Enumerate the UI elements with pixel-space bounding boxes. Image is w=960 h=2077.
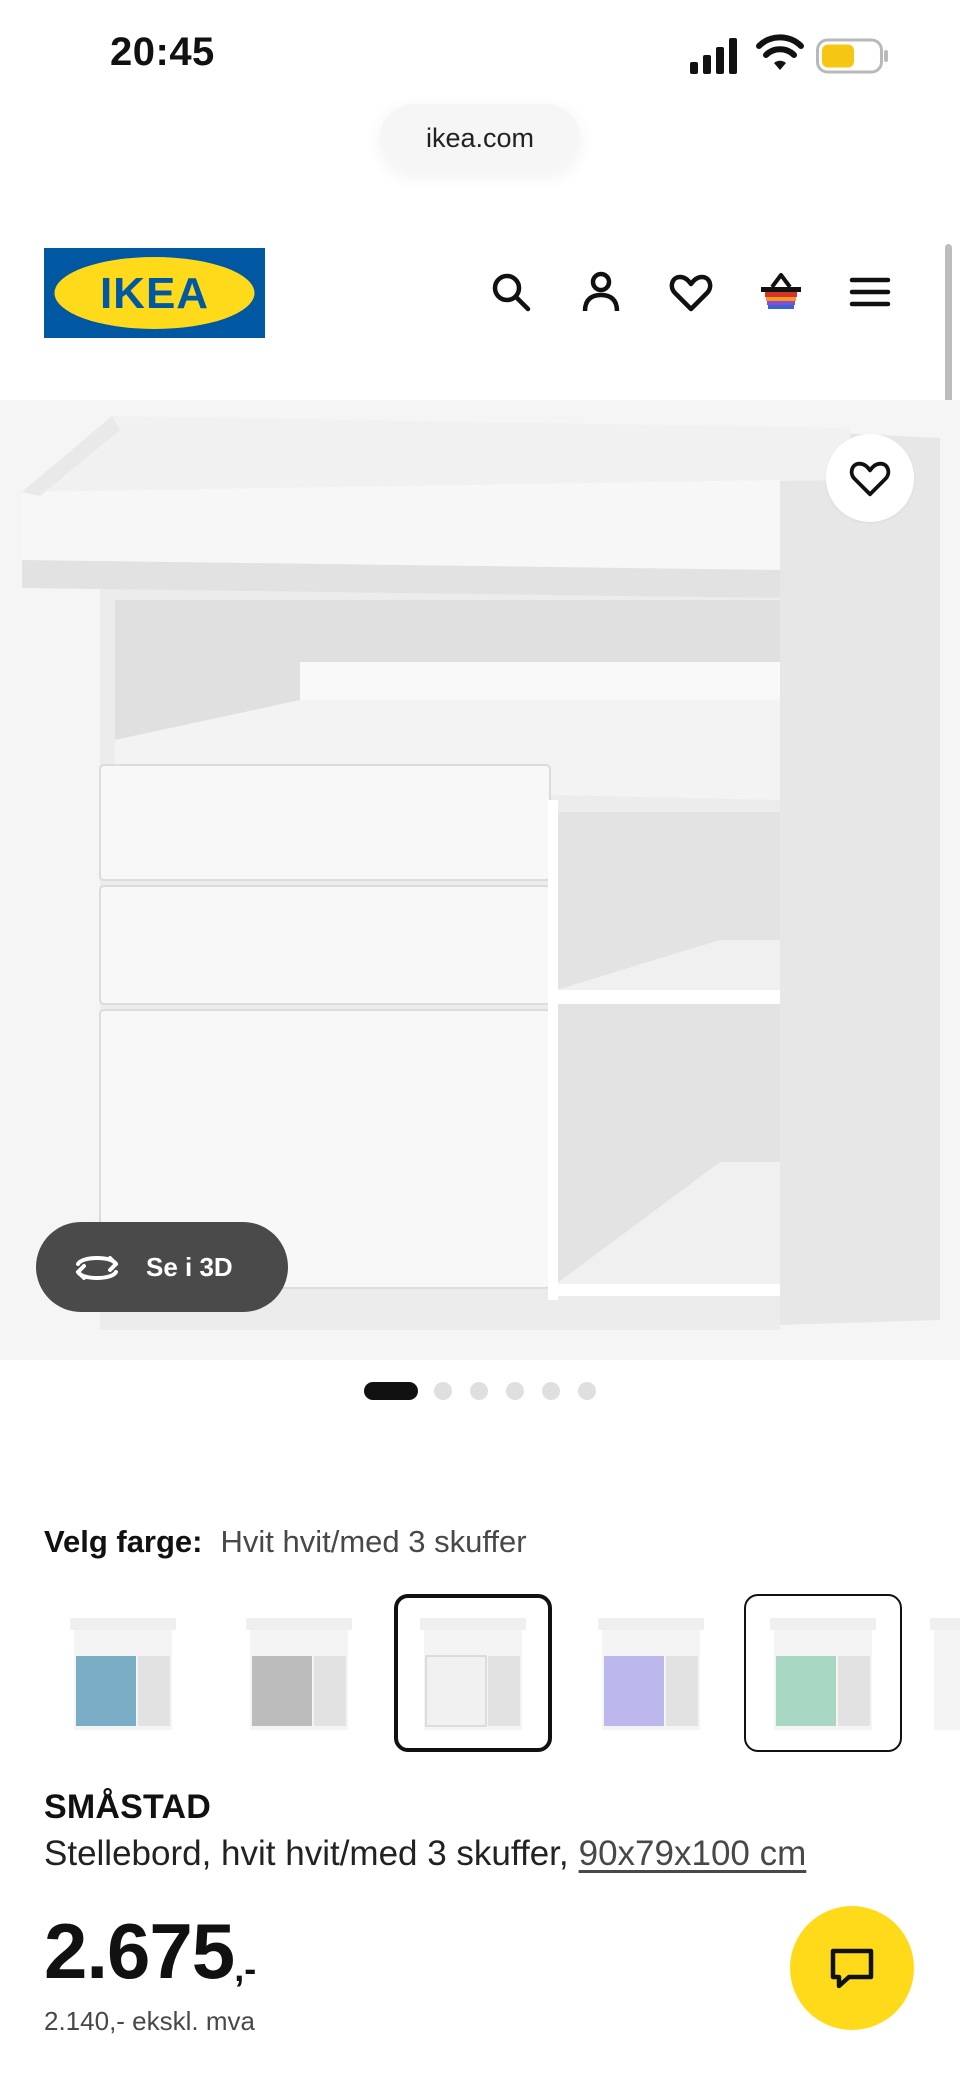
swatch-thumbnail [420, 1618, 526, 1730]
rotate-3d-icon [76, 1256, 118, 1280]
cart-icon [761, 273, 801, 309]
status-bar: 20:45 [0, 0, 960, 110]
status-time: 20:45 [110, 30, 215, 74]
url-bar[interactable]: ikea.com [380, 104, 580, 172]
carousel-dot-1[interactable] [364, 1382, 418, 1400]
color-picker-value: Hvit hvit/med 3 skuffer [220, 1524, 527, 1559]
battery-icon [816, 38, 888, 74]
signal-icon [690, 38, 737, 74]
search-button[interactable] [481, 262, 541, 322]
swatch-thumbnail [70, 1618, 176, 1730]
view-in-3d-label: Se i 3D [146, 1251, 233, 1282]
price-suffix: ,- [234, 1948, 257, 1989]
product-name: SMÅSTAD [44, 1788, 211, 1826]
product-description-text: Stellebord, hvit hvit/med 3 skuffer, [44, 1834, 569, 1873]
changing-table-illustration [0, 400, 960, 1360]
color-swatch[interactable] [220, 1594, 378, 1752]
product-image[interactable] [0, 400, 960, 1360]
product-price: 2.675 ,- [44, 1912, 256, 1990]
product-description: Stellebord, hvit hvit/med 3 skuffer, 90x7… [44, 1834, 806, 1874]
color-swatch-selected[interactable] [394, 1594, 552, 1752]
color-swatch[interactable] [744, 1594, 902, 1752]
carousel-dot-2[interactable] [434, 1382, 452, 1400]
product-favourite-button[interactable] [826, 434, 914, 522]
wifi-icon [756, 34, 804, 70]
url-text: ikea.com [425, 122, 535, 153]
carousel-dot-4[interactable] [506, 1382, 524, 1400]
price-amount: 2.675 [44, 1907, 235, 1995]
price-ex-vat: 2.140,- ekskl. mva [44, 2006, 255, 2036]
chat-icon [830, 1948, 874, 1989]
swatch-thumbnail [770, 1618, 876, 1730]
swatch-thumbnail [598, 1618, 704, 1730]
color-swatch[interactable] [572, 1594, 730, 1752]
profile-icon [582, 271, 620, 312]
menu-icon [849, 277, 891, 307]
color-swatches [0, 1594, 960, 1754]
image-carousel-dots [0, 1382, 960, 1402]
heart-icon [849, 461, 891, 497]
color-swatch[interactable] [44, 1594, 202, 1752]
color-picker-label-row: Velg farge: Hvit hvit/med 3 skuffer [44, 1524, 527, 1560]
favourites-button[interactable] [661, 262, 721, 322]
menu-button[interactable] [840, 262, 900, 322]
header-actions [0, 262, 960, 322]
heart-icon [669, 274, 713, 312]
color-picker-label: Velg farge: [44, 1524, 203, 1559]
carousel-dot-6[interactable] [578, 1382, 596, 1400]
chat-button[interactable] [790, 1906, 914, 2030]
color-swatch-partial[interactable] [920, 1594, 960, 1752]
swatch-thumbnail [246, 1618, 352, 1730]
swatch-thumbnail [930, 1618, 960, 1730]
carousel-dot-5[interactable] [542, 1382, 560, 1400]
search-icon [492, 273, 531, 312]
product-dimensions-link[interactable]: 90x79x100 cm [579, 1834, 807, 1873]
carousel-dot-3[interactable] [470, 1382, 488, 1400]
view-in-3d-button[interactable]: Se i 3D [36, 1222, 288, 1312]
cart-button[interactable] [751, 262, 811, 322]
profile-button[interactable] [571, 262, 631, 322]
